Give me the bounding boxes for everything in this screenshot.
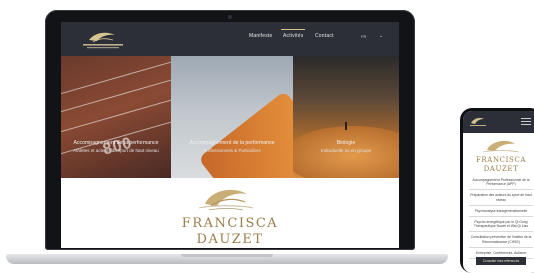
brand-logo-icon[interactable] bbox=[73, 26, 133, 50]
panel-title: Accompagnement de la performance bbox=[73, 140, 159, 146]
track-number: 800 bbox=[101, 134, 135, 159]
track-lane-line bbox=[61, 57, 171, 97]
laptop-bezel: Manifeste Activités Contact FR ⌄ 800 Acc… bbox=[45, 10, 415, 250]
references-button[interactable]: Consulter mes références bbox=[476, 257, 526, 265]
phone-menu-item[interactable]: Psycho-énergétique par le Qi Gong Thérap… bbox=[469, 220, 533, 233]
brand-name-line1: FRANCISCA bbox=[475, 156, 527, 164]
brand-name-line2: DAUZET bbox=[483, 165, 519, 173]
panel-biologie[interactable]: Biologie Individuelle ou en groupe bbox=[293, 56, 399, 178]
panel-title: Accompagnement de la performance bbox=[189, 140, 275, 146]
phone-menu-item[interactable]: Consultation préventive de l'institut de… bbox=[469, 235, 533, 248]
phone-menu-item[interactable]: Psychanalyse transgénérationnelle bbox=[469, 209, 533, 218]
phone-menu-item[interactable]: Préparation des acteurs du sport de haut… bbox=[469, 193, 533, 206]
track-lane-line bbox=[61, 95, 171, 135]
brand-section: FRANCISCA DAUZET bbox=[61, 178, 399, 248]
laptop-screen: Manifeste Activités Contact FR ⌄ 800 Acc… bbox=[61, 22, 399, 248]
person-silhouette bbox=[345, 122, 347, 130]
language-selector[interactable]: FR bbox=[361, 34, 366, 39]
panel-title: Biologie bbox=[336, 140, 356, 146]
nav-link-contact[interactable]: Contact bbox=[315, 33, 334, 39]
hamburger-menu-icon[interactable] bbox=[521, 118, 531, 125]
chevron-down-icon[interactable]: ⌄ bbox=[379, 33, 383, 39]
webcam-icon bbox=[228, 15, 232, 19]
laptop-base-notch bbox=[181, 254, 273, 257]
laptop-base bbox=[6, 254, 448, 264]
panel-subtitle: Athlètes et acteurs du sport de haut niv… bbox=[73, 148, 159, 153]
brand-name-line1: FRANCISCA bbox=[181, 216, 279, 231]
panel-subtitle: Professionnels & Particuliers bbox=[203, 148, 261, 153]
phone-mockup: FRANCISCA DAUZET Accompagnement Professi… bbox=[460, 108, 534, 273]
phone-menu-list: Accompagnement Professionnel de la Perfo… bbox=[469, 178, 533, 262]
laptop-mockup: Manifeste Activités Contact FR ⌄ 800 Acc… bbox=[45, 10, 415, 252]
brand-logo-icon[interactable] bbox=[467, 114, 489, 128]
track-lane-line bbox=[61, 75, 171, 115]
panel-professionals[interactable]: Accompagnement de la performance Profess… bbox=[171, 56, 293, 178]
website-navbar: Manifeste Activités Contact FR ⌄ bbox=[61, 22, 399, 56]
phone-screen: FRANCISCA DAUZET Accompagnement Professi… bbox=[463, 111, 534, 273]
phone-menu-item[interactable]: Accompagnement Professionnel de la Perfo… bbox=[469, 178, 533, 191]
nav-link-activites[interactable]: Activités bbox=[280, 29, 306, 39]
panel-athletes[interactable]: 800 Accompagnement de la performance Ath… bbox=[61, 56, 171, 178]
panel-subtitle: Individuelle ou en groupe bbox=[320, 148, 372, 153]
brand-emblem-icon bbox=[198, 189, 254, 211]
hero-panels: 800 Accompagnement de la performance Ath… bbox=[61, 56, 399, 178]
orange-fabric-image bbox=[198, 90, 293, 178]
phone-frame: FRANCISCA DAUZET Accompagnement Professi… bbox=[460, 108, 534, 273]
brand-emblem-icon bbox=[482, 140, 520, 153]
nav-link-manifeste[interactable]: Manifeste bbox=[249, 33, 272, 39]
phone-header bbox=[463, 111, 534, 133]
brand-name-line2: DAUZET bbox=[196, 232, 264, 247]
